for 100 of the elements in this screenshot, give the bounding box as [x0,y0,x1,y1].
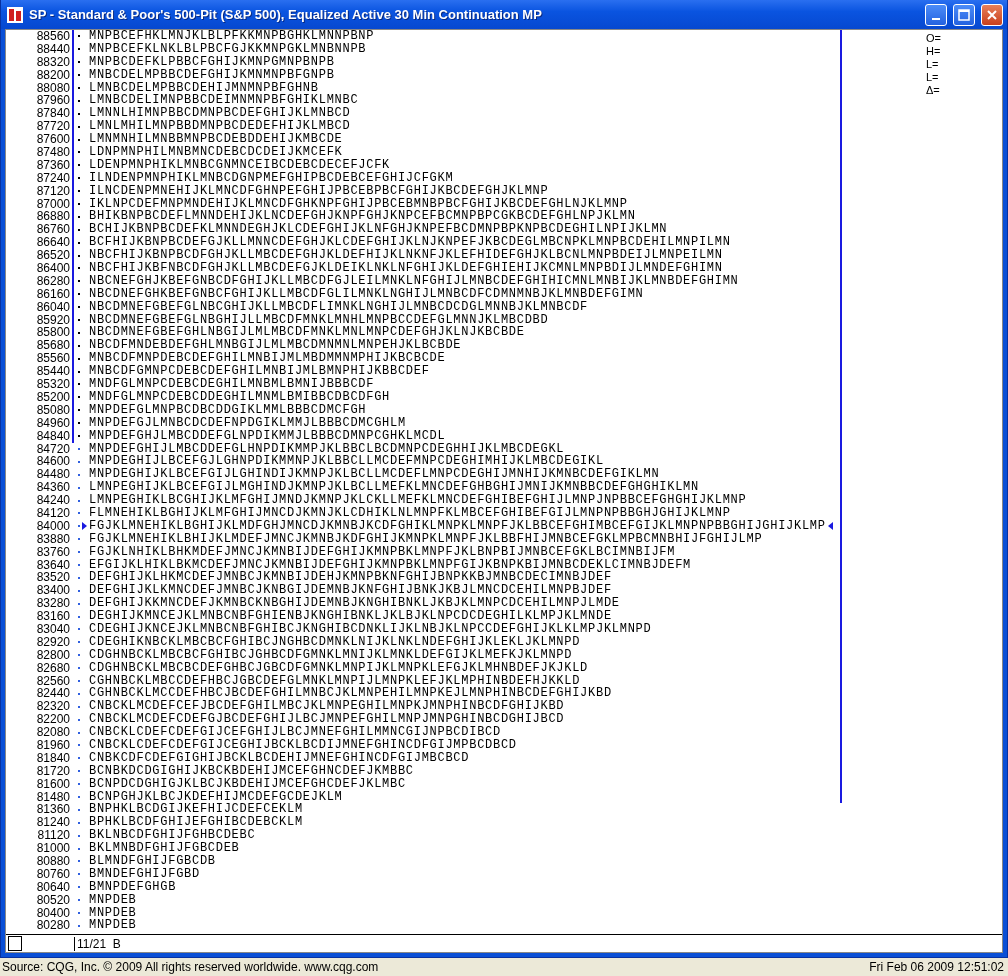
legend-label: H= [926,44,942,58]
price-label: 86520 [35,249,71,263]
price-label: 83400 [35,584,71,598]
price-label: 85320 [35,378,71,391]
price-label: 82920 [35,635,71,649]
tick-mark [78,435,80,438]
tpo-letters: LDNPMNPHILMNBMNCDEBCDCDEIJKMCEFK [89,146,343,159]
tpo-letters: NBCNEFGHJKBEFGNBCDFGHIJKLLMBCDFGJLEILMNKLNFGHIJLMNBCDEFGHIHICMNLMNBIJKLMNBDEFGHIMN [89,274,739,288]
price-label: 80280 [35,919,71,933]
tpo-letters: CDEGHIJKNCEJKLMNBCNBFGHIBCJKNGHIBCDNKLIJKLNBJKLNPCCDEFGHIJKLKLMPJKLMNPD [89,622,652,636]
tick-mark [78,396,80,399]
tick-mark [78,679,80,682]
tick-mark [78,744,80,747]
price-label: 85800 [35,326,71,340]
tpo-letters: CDGHNBCKLMBCBCDEFGHBCJGBCDFGMNKLMNPIJKLMNPKLEFGJKLMHNBDEFJKJKLD [89,661,589,675]
tick-mark [78,667,80,670]
price-label: 85080 [35,403,71,417]
tick-mark [78,422,80,425]
tick-mark [78,847,80,850]
tick-mark [78,563,80,566]
price-label: 82200 [35,713,71,727]
close-button[interactable] [981,3,1003,26]
tpo-letters: BLMNDFGHIJFGBCDB [89,855,216,868]
tpo-letters: NBCFHIJKBFNBCDFGHJKLLMBCDEFGJKLDEIKLNKLNFGHIJKLDEFGHIEHIJKCMNLMNPBDIJLMNDEFGHIMN [89,262,723,275]
tick-mark [78,873,80,876]
tick-mark [78,615,80,618]
tpo-letters: BCFHIJKBNPBCDEFGJKLLMNNCDEFGHJKLCDEFGHIJKLNJKNPEFJKBCDEGLMBCNPKLMNPBCDEHILMNPILMN [89,236,731,250]
tick-mark [78,899,80,902]
tick-mark [78,692,80,695]
tick-mark [78,112,80,115]
price-label: 81000 [35,842,71,855]
tpo-letters: BMNDEFGHIJFGBD [89,867,200,881]
tick-mark [78,654,80,657]
tpo-letters: CNBCKLCDEFCDEFGIJCEGHIJBCKLBCDIJMNEFGHINCDFGIJMPBCDBCD [89,739,517,752]
tick-mark [78,177,80,180]
tick-mark [78,138,80,141]
price-label: 84240 [35,494,71,507]
price-label: 81960 [35,739,71,752]
price-label: 87240 [35,171,71,185]
tick-mark [78,61,80,64]
price-label: 87360 [35,158,71,172]
minimize-button[interactable] [925,3,947,26]
close-icon [986,8,998,21]
tpo-letters: MNPDEGHIJLBCEFGJLGHNPDIKMMNPJKLBBCLLMCDEFMNPCDEGHIMHIJKLMBCDEGIKL [89,455,604,469]
tick-mark [78,821,80,824]
price-label: 82320 [35,700,71,714]
tick-mark [78,306,80,309]
tick-mark [78,538,80,541]
price-label: 81720 [35,764,71,778]
price-label: 81360 [35,803,71,817]
price-label: 88440 [35,42,71,56]
tpo-letters: MNPDEB [89,919,137,933]
tpo-letters: LMNBCDELMPBBCDEHIJMNMNPBFGHNB [89,81,319,95]
price-label: 86160 [35,287,71,301]
tick-mark [78,280,80,283]
tpo-letters: DEFGHIJKLHKMCDEFJMNBCJKMNBIJDEHJKMNPBKNFGHIJBNPKKBJMNBCDECIMNBJDEF [89,571,612,585]
price-label: 81840 [35,751,71,765]
tick-mark [78,834,80,837]
price-label: 83160 [35,610,71,623]
legend-label: Δ= [926,83,941,97]
price-label: 82080 [35,726,71,739]
price-label: 87480 [35,146,71,159]
tick-mark [78,731,80,734]
tick-mark [78,164,80,167]
tpo-letters: CDGHNBCKLMBCBCFGHIBCJGHBCDFGMNKLMNIJKLMNKLDEFGIJKLMEFKJKLMNPD [89,648,573,662]
tpo-letters: BKLMNBDFGHIJFGBCDEB [89,842,240,855]
tick-mark [78,473,80,476]
price-label: 85560 [35,352,71,366]
price-label: 87000 [35,197,71,211]
tpo-letters: LMNNLHIMNPBBCDMNPBCDEFGHIJKLMNBCD [89,107,351,121]
tpo-letters: FLMNEHIKLBGHIJKLMFGHIJMNCDJKMNJKLCDHIKLNLMNPFKLMBCEFGHIBEFGIJLMNPNPBBGHJGHIJKLMNP [89,506,731,520]
tpo-letters: MNPDEFGHJLMBCDDEFGLNPDIKMMJLBBBCDMNPCGHKLMCDL [89,429,446,443]
price-label: 86400 [35,262,71,275]
tpo-letters: FGJKLMNEHIKLBGHIJKLMDFGHJMNCDJKMNBJKCDFGHIKLMNPKLMNPFJKLBBCEFGHIMBCEFGIJKLMNPNPBBGHIJGHIJKLMP [89,519,826,533]
tpo-letters: DEGHIJKMNCEJKLMNBCNBFGHIENBJKNGHIBNKLJKLBJKLNPCDCDEGHILKLMPJKLMNDE [89,610,612,623]
tick-mark [78,151,80,154]
price-label: 87720 [35,120,71,134]
tick-mark [78,512,80,515]
window-title: SP - Standard & Poor's 500-Pit (S&P 500), Equalized Active 30 Min Continuation MP [29,7,543,22]
price-label: 80880 [35,855,71,868]
tpo-letters: IKLNPCDEFMNPMNDEHIJKLMNCDFGHKNPFGHIJPBCEBMNBPBCFGHIJKBCDEFGHLNJKLMNP [89,197,628,211]
price-label: 85200 [35,390,71,404]
maximize-button[interactable] [953,3,975,26]
tpo-letters: BHIKBNPBCDEFLMNNDEHIJKLNCDEFGHJKNPFGHJKNPCEFBCMNPBPCGKBCDEFGHLNPJKLMN [89,210,636,224]
tick-mark [78,641,80,644]
price-label: 83760 [35,545,71,559]
tick-mark [78,35,80,38]
price-label: 88200 [35,68,71,82]
price-label: 80760 [35,867,71,881]
tick-mark [78,228,80,231]
price-label: 86880 [35,210,71,224]
app-icon [7,6,23,23]
tpo-letters: MNPDEB [89,893,137,907]
price-label: 84120 [35,506,71,520]
tpo-letters: MNPDEB [89,906,137,920]
tpo-letters: BPHKLBCDFGHIJEFGHIBCDEBCKLM [89,816,303,830]
price-label: 83640 [35,558,71,572]
tick-mark [78,460,80,463]
price-label: 80400 [35,906,71,920]
price-label: 84600 [35,455,71,469]
